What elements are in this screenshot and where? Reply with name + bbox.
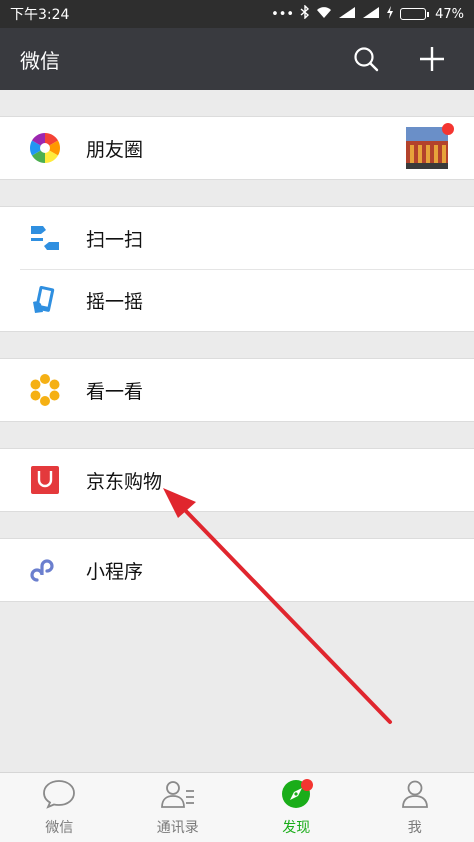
jd-group: 京东购物 <box>0 448 474 512</box>
battery-icon <box>400 8 430 20</box>
aperture-icon <box>28 131 62 165</box>
mini-program-label: 小程序 <box>86 560 144 583</box>
wifi-icon <box>316 6 332 23</box>
tab-chats[interactable]: 微信 <box>0 773 119 842</box>
scan-shake-group: 扫一扫 摇一摇 <box>0 206 474 332</box>
battery-percent: 47% <box>435 6 464 22</box>
chat-bubble-icon <box>42 779 76 813</box>
more-dots: ••• <box>271 6 295 22</box>
jd-shopping-icon <box>28 463 62 497</box>
signal-icon-2 <box>362 6 380 23</box>
scan-icon <box>28 221 62 255</box>
bluetooth-icon <box>300 4 310 23</box>
shake-item[interactable]: 摇一摇 <box>0 269 474 331</box>
jd-shopping-item[interactable]: 京东购物 <box>0 449 474 511</box>
tab-contacts-label: 通讯录 <box>156 819 199 836</box>
tab-chats-label: 微信 <box>45 819 74 836</box>
shake-phone-icon <box>28 283 62 317</box>
plus-icon[interactable] <box>410 37 454 81</box>
search-icon[interactable] <box>344 37 388 81</box>
look-label: 看一看 <box>86 380 144 403</box>
tab-contacts[interactable]: 通讯录 <box>119 773 238 842</box>
person-icon <box>400 779 430 813</box>
tab-me-label: 我 <box>407 819 422 836</box>
jd-shopping-label: 京东购物 <box>86 470 163 493</box>
top-nav-bar: 微信 <box>0 28 474 90</box>
mini-program-icon <box>28 553 62 587</box>
mini-program-group: 小程序 <box>0 538 474 602</box>
mini-program-item[interactable]: 小程序 <box>0 539 474 601</box>
look-group: 看一看 <box>0 358 474 422</box>
tab-discover-label: 发现 <box>282 819 311 836</box>
bottom-tab-bar: 微信 通讯录 发现 我 <box>0 772 474 842</box>
moments-unread-dot <box>442 123 454 135</box>
moments-label: 朋友圈 <box>86 138 144 161</box>
moments-thumbnail <box>406 127 448 169</box>
signal-icon <box>338 6 356 23</box>
moments-item[interactable]: 朋友圈 <box>0 117 474 179</box>
look-item[interactable]: 看一看 <box>0 359 474 421</box>
moments-group: 朋友圈 <box>0 116 474 180</box>
top-stories-icon <box>28 373 62 407</box>
discover-badge-dot <box>301 779 313 791</box>
tab-me[interactable]: 我 <box>356 773 474 842</box>
shake-label: 摇一摇 <box>86 290 144 313</box>
page-title: 微信 <box>20 48 60 73</box>
contacts-icon <box>160 779 196 813</box>
tab-discover[interactable]: 发现 <box>237 773 356 842</box>
status-icons: ••• 47% <box>271 4 464 23</box>
charging-icon <box>386 5 394 23</box>
status-bar: 下午3:24 ••• 47% <box>0 0 474 28</box>
scan-item[interactable]: 扫一扫 <box>0 207 474 269</box>
scan-label: 扫一扫 <box>86 228 144 251</box>
status-time: 下午3:24 <box>10 7 70 23</box>
